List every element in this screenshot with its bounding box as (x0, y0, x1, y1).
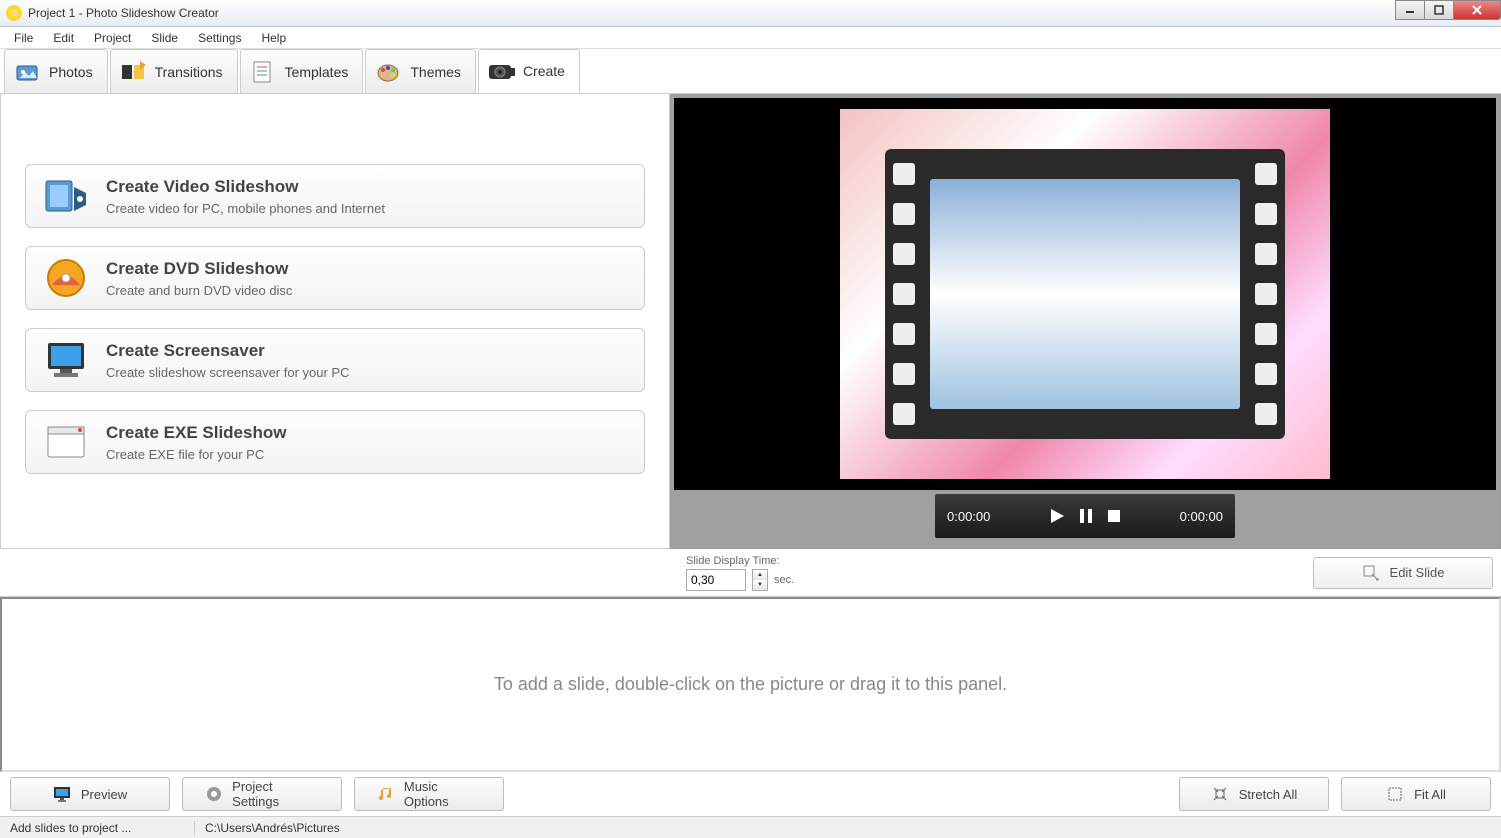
player-time-total: 0:00:00 (1180, 509, 1223, 524)
edit-slide-label: Edit Slide (1390, 565, 1445, 580)
tab-transitions[interactable]: Transitions (110, 49, 238, 93)
menu-edit[interactable]: Edit (43, 28, 84, 48)
create-panel: Create Video Slideshow Create video for … (0, 94, 670, 549)
timeline-hint: To add a slide, double-click on the pict… (494, 674, 1007, 695)
slide-time-unit: sec. (774, 574, 794, 586)
menu-help[interactable]: Help (251, 28, 296, 48)
video-stage (674, 98, 1496, 490)
preview-button[interactable]: Preview (10, 777, 170, 811)
music-icon (377, 785, 394, 803)
tab-label: Themes (410, 64, 461, 80)
create-dvd-button[interactable]: Create DVD Slideshow Create and burn DVD… (25, 246, 645, 310)
bottom-toolbar: Preview Project Settings Music Options S… (0, 772, 1501, 816)
tab-label: Photos (49, 64, 93, 80)
status-bar: Add slides to project ... C:\Users\André… (0, 816, 1501, 838)
tab-themes[interactable]: Themes (365, 49, 476, 93)
stop-icon (1106, 507, 1122, 525)
project-settings-button[interactable]: Project Settings (182, 777, 342, 811)
slide-controls-row: Slide Display Time: ▲ ▼ sec. Edit Slide (0, 549, 1501, 597)
menu-project[interactable]: Project (84, 28, 141, 48)
close-button[interactable] (1453, 0, 1501, 20)
stretch-all-button[interactable]: Stretch All (1179, 777, 1329, 811)
player-bar: 0:00:00 0:00:00 (935, 494, 1235, 538)
button-label: Stretch All (1239, 787, 1298, 802)
tab-bar: Photos Transitions Templates Themes Crea… (0, 49, 1501, 94)
spinner-down-icon[interactable]: ▼ (753, 580, 767, 590)
create-option-title: Create DVD Slideshow (106, 259, 292, 279)
create-video-button[interactable]: Create Video Slideshow Create video for … (25, 164, 645, 228)
slide-time-label: Slide Display Time: (686, 555, 794, 567)
window-title: Project 1 - Photo Slideshow Creator (28, 6, 219, 20)
create-option-title: Create Video Slideshow (106, 177, 385, 197)
exe-slideshow-icon (42, 421, 90, 463)
preview-panel: 0:00:00 0:00:00 (670, 94, 1501, 549)
play-icon (1048, 507, 1066, 525)
tab-create[interactable]: Create (478, 49, 580, 93)
play-button[interactable] (1048, 507, 1066, 525)
create-option-desc: Create video for PC, mobile phones and I… (106, 201, 385, 216)
button-label: Fit All (1414, 787, 1446, 802)
templates-icon (249, 58, 277, 86)
button-label: Project Settings (232, 779, 319, 809)
photos-icon (13, 58, 41, 86)
tab-label: Transitions (155, 64, 223, 80)
maximize-icon (1434, 5, 1444, 15)
app-icon: ☺ (6, 5, 22, 21)
maximize-button[interactable] (1424, 0, 1454, 20)
timeline-drop-area[interactable]: To add a slide, double-click on the pict… (0, 597, 1501, 772)
slide-time-spinner[interactable]: ▲ ▼ (752, 569, 768, 591)
close-icon (1471, 4, 1483, 16)
stop-button[interactable] (1106, 507, 1122, 525)
menu-file[interactable]: File (4, 28, 43, 48)
fit-all-button[interactable]: Fit All (1341, 777, 1491, 811)
transitions-icon (119, 58, 147, 86)
pause-button[interactable] (1078, 507, 1094, 525)
tab-templates[interactable]: Templates (240, 49, 364, 93)
create-screensaver-button[interactable]: Create Screensaver Create slideshow scre… (25, 328, 645, 392)
tab-label: Create (523, 63, 565, 79)
gear-icon (205, 785, 222, 803)
screensaver-icon (42, 339, 90, 381)
create-option-desc: Create slideshow screensaver for your PC (106, 365, 350, 380)
title-bar: ☺ Project 1 - Photo Slideshow Creator (0, 0, 1501, 27)
status-path: C:\Users\Andrés\Pictures (195, 821, 350, 835)
edit-slide-button[interactable]: Edit Slide (1313, 557, 1493, 589)
create-option-title: Create EXE Slideshow (106, 423, 286, 443)
button-label: Preview (81, 787, 127, 802)
fit-icon (1386, 785, 1404, 803)
edit-slide-icon (1362, 564, 1380, 582)
music-options-button[interactable]: Music Options (354, 777, 504, 811)
video-slideshow-icon (42, 175, 90, 217)
window-controls (1396, 0, 1501, 20)
create-icon (487, 57, 515, 85)
minimize-button[interactable] (1395, 0, 1425, 20)
slide-time-input[interactable] (686, 569, 746, 591)
slide-preview-image (840, 109, 1330, 479)
menu-bar: File Edit Project Slide Settings Help (0, 27, 1501, 49)
main-row: Create Video Slideshow Create video for … (0, 94, 1501, 549)
create-exe-button[interactable]: Create EXE Slideshow Create EXE file for… (25, 410, 645, 474)
spinner-up-icon[interactable]: ▲ (753, 570, 767, 580)
create-option-title: Create Screensaver (106, 341, 350, 361)
button-label: Music Options (404, 779, 481, 809)
tab-label: Templates (285, 64, 349, 80)
status-message: Add slides to project ... (0, 821, 195, 835)
themes-icon (374, 58, 402, 86)
tab-photos[interactable]: Photos (4, 49, 108, 93)
player-time-elapsed: 0:00:00 (947, 509, 990, 524)
menu-settings[interactable]: Settings (188, 28, 251, 48)
create-option-desc: Create EXE file for your PC (106, 447, 286, 462)
create-option-desc: Create and burn DVD video disc (106, 283, 292, 298)
pause-icon (1078, 507, 1094, 525)
dvd-slideshow-icon (42, 257, 90, 299)
film-frame-decoration (885, 149, 1285, 439)
minimize-icon (1405, 5, 1415, 15)
menu-slide[interactable]: Slide (141, 28, 188, 48)
stretch-icon (1211, 785, 1229, 803)
